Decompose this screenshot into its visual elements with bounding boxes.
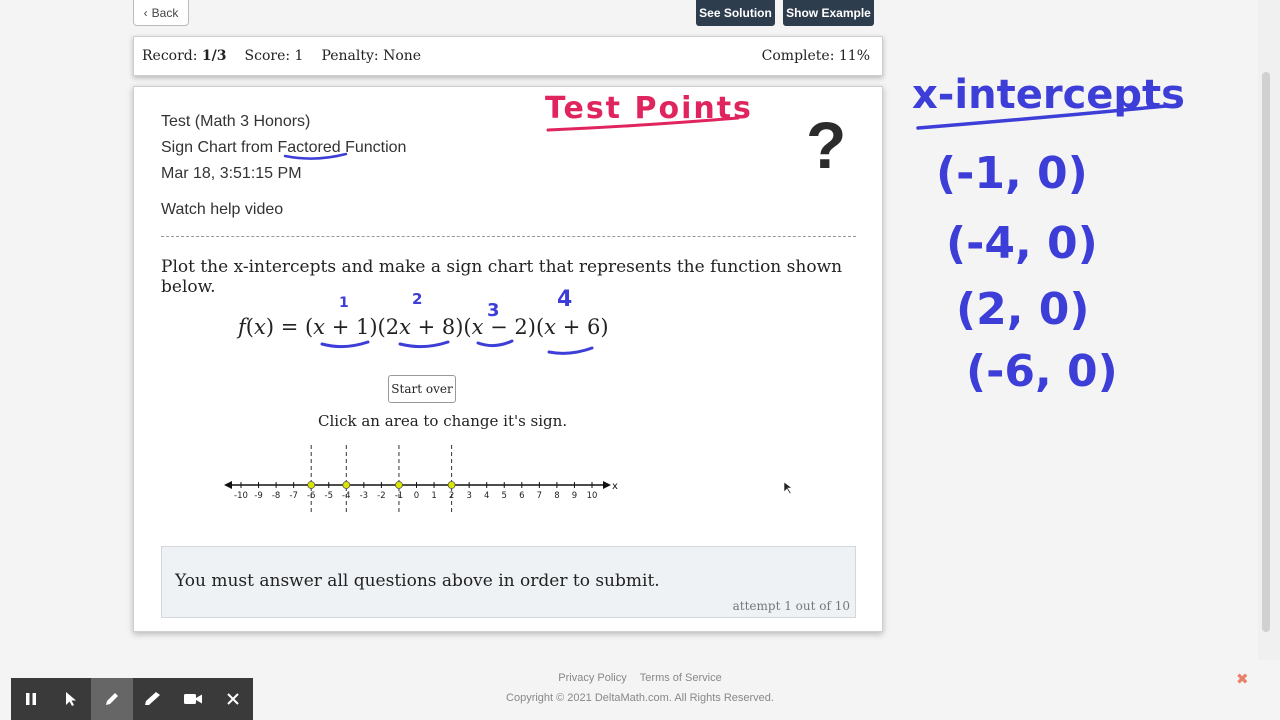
annotation-term-number: 4 [557,287,572,312]
privacy-policy-link[interactable]: Privacy Policy [558,672,626,684]
annotation-underline-term [547,346,594,355]
annotation-layer: Test Points 1 2 3 4 x-intercepts (-1, 0)… [283,72,1185,495]
annotation-intercept: (-4, 0) [946,218,1098,269]
close-icon[interactable] [213,678,253,720]
annotation-term-number: 2 [412,290,422,308]
pen-icon[interactable] [91,678,133,720]
annotation-intercept: (-6, 0) [966,346,1118,397]
camera-icon[interactable] [173,678,213,720]
annotation-intercept: (2, 0) [956,284,1089,335]
terms-of-service-link[interactable]: Terms of Service [640,672,722,684]
pause-icon[interactable] [11,678,51,720]
annotation-underline-term [398,340,450,349]
annotation-term-number: 1 [339,295,349,311]
mouse-cursor-icon [783,481,793,495]
annotation-x-intercepts-title: x-intercepts [912,72,1185,118]
annotation-underline-factored [283,152,348,160]
annotation-underline-term [476,339,514,348]
annotation-underline-term [320,340,370,349]
close-icon[interactable]: ✖ [1236,670,1249,688]
highlighter-icon[interactable] [133,678,173,720]
annotation-term-number: 3 [487,300,500,321]
pointer-icon[interactable] [51,678,91,720]
scrollbar-thumb[interactable] [1262,72,1270,632]
annotation-intercept: (-1, 0) [936,148,1088,199]
recorder-toolbar [11,678,253,720]
